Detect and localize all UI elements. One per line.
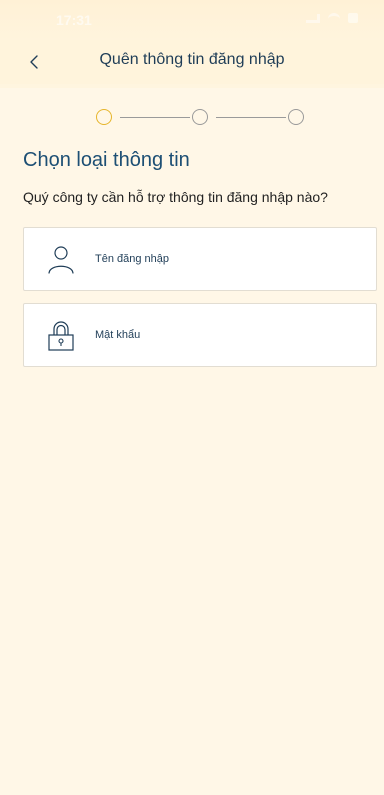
stepper xyxy=(96,109,306,127)
step-2-indicator xyxy=(192,109,208,125)
option-password[interactable]: Mật khẩu xyxy=(23,303,377,367)
battery-icon xyxy=(348,13,358,23)
section-title: Chọn loại thông tin xyxy=(23,149,190,171)
option-label: Mật khẩu xyxy=(95,329,141,341)
lock-icon xyxy=(46,320,76,352)
user-icon xyxy=(46,244,76,276)
step-connector xyxy=(216,117,286,118)
status-time: 17:31 xyxy=(56,12,92,28)
signal-icon xyxy=(306,13,320,23)
status-bar: 17:31 xyxy=(0,0,384,40)
section-subtitle: Quý công ty cần hỗ trợ thông tin đăng nh… xyxy=(23,189,328,205)
step-connector xyxy=(120,117,190,118)
step-1-indicator xyxy=(96,109,112,125)
nav-bar: Quên thông tin đăng nhập xyxy=(0,40,384,84)
page-title: Quên thông tin đăng nhập xyxy=(99,51,285,68)
app-screen: 17:31 Quên thông tin đăng nhập Chọn loại… xyxy=(0,0,384,795)
main-content: Chọn loại thông tin Quý công ty cần hỗ t… xyxy=(0,88,384,795)
option-label: Tên đăng nhập xyxy=(95,253,170,265)
option-username[interactable]: Tên đăng nhập xyxy=(23,227,377,291)
wifi-icon xyxy=(328,13,340,23)
status-icons xyxy=(306,13,358,23)
step-3-indicator xyxy=(288,109,304,125)
